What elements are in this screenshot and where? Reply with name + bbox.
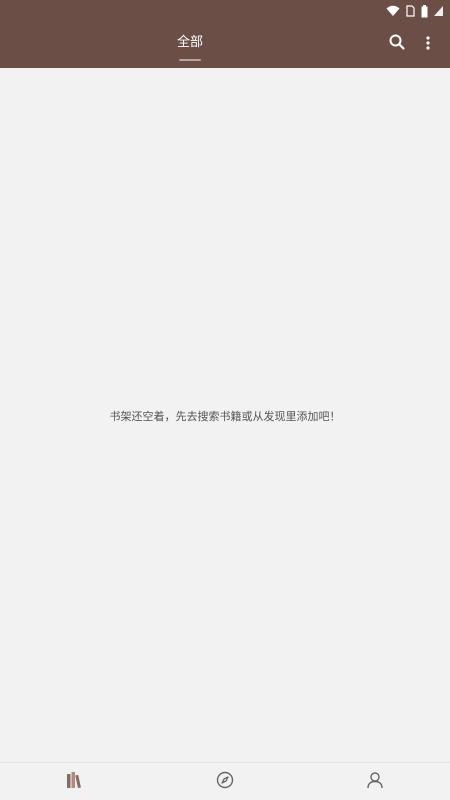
- wifi-icon: [386, 5, 400, 17]
- tab-indicator: [179, 59, 201, 61]
- battery-icon: [421, 4, 428, 18]
- compass-icon: [216, 771, 234, 793]
- status-bar: [0, 0, 450, 22]
- search-button[interactable]: [383, 30, 411, 58]
- signal-icon: [434, 5, 444, 17]
- more-options-button[interactable]: [414, 30, 442, 58]
- app-bar: 全部: [0, 0, 450, 68]
- person-icon: [366, 771, 384, 793]
- more-vert-icon: [426, 35, 430, 54]
- bottom-navigation: [0, 762, 450, 800]
- status-icons: [386, 3, 444, 19]
- bookshelf-icon: [65, 771, 85, 793]
- nav-item-bookshelf[interactable]: [0, 763, 150, 800]
- nav-item-profile[interactable]: [300, 763, 450, 800]
- sim-icon: [406, 5, 415, 17]
- tab-label: 全部: [176, 35, 203, 50]
- nav-item-discover[interactable]: [150, 763, 300, 800]
- search-icon: [389, 34, 405, 54]
- bookshelf-content: 书架还空着，先去搜索书籍或从发现里添加吧！: [0, 68, 450, 762]
- empty-bookshelf-message: 书架还空着，先去搜索书籍或从发现里添加吧！: [109, 410, 341, 423]
